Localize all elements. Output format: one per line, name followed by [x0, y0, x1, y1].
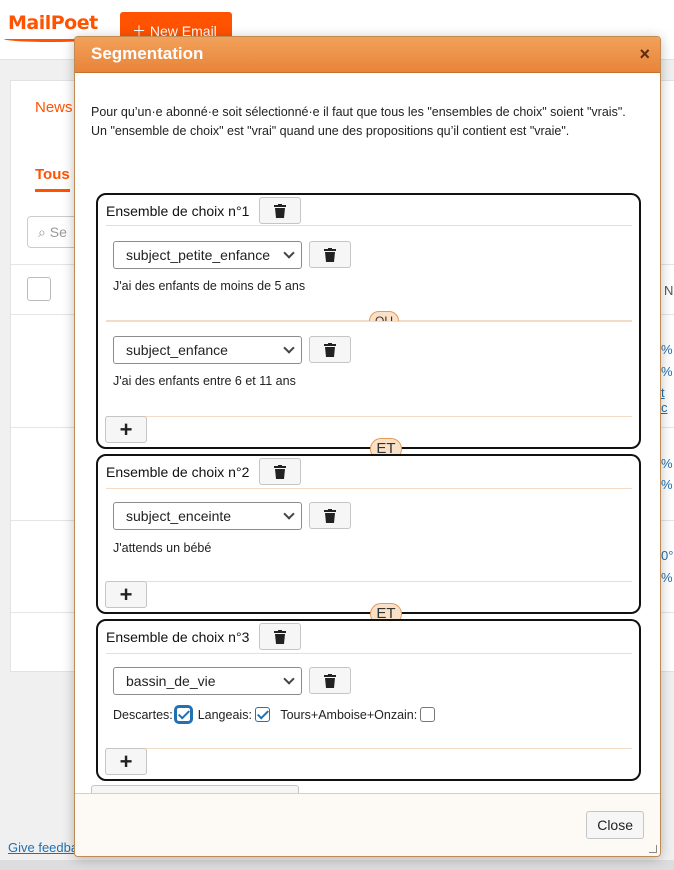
- delete-proposition-button[interactable]: [309, 667, 351, 694]
- field-select[interactable]: subject_petite_enfance: [113, 241, 302, 269]
- modal-header[interactable]: Segmentation ×: [75, 37, 660, 73]
- resize-handle[interactable]: [649, 845, 657, 853]
- chevron-down-icon: [283, 247, 295, 259]
- proposition-text: J'ai des enfants de moins de 5 ans: [113, 279, 306, 293]
- checkbox-descartes[interactable]: [175, 707, 191, 722]
- trash-icon: [324, 673, 336, 688]
- give-feedback-link[interactable]: Give feedba: [8, 840, 78, 855]
- checkbox-label-tours: Tours+Amboise+Onzain:: [280, 708, 418, 722]
- mailpoet-logo[interactable]: MailPoet: [8, 12, 98, 34]
- proposition-text: J'ai des enfants entre 6 et 11 ans: [113, 374, 296, 388]
- checkbox-label-descartes: Descartes:: [113, 708, 173, 722]
- delete-set-button[interactable]: [259, 458, 301, 485]
- delete-set-button[interactable]: [259, 623, 301, 650]
- trash-icon: [324, 508, 336, 523]
- checkbox-langeais[interactable]: [254, 707, 270, 722]
- modal-content: Pour qu’un·e abonné·e soit sélectionné·e…: [75, 73, 660, 812]
- stat-fragment: %: [661, 570, 673, 585]
- trash-icon: [274, 464, 286, 479]
- intro-line-1: Pour qu’un·e abonné·e soit sélectionné·e…: [91, 105, 626, 119]
- checkbox-label-langeais: Langeais:: [197, 708, 252, 722]
- close-icon[interactable]: ×: [639, 44, 650, 64]
- trash-icon: [274, 203, 286, 218]
- choice-set-label: Ensemble de choix n°2: [106, 464, 250, 480]
- choice-set-label: Ensemble de choix n°1: [106, 203, 250, 219]
- delete-proposition-button[interactable]: [309, 336, 351, 363]
- stat-fragment: 0°: [661, 548, 674, 563]
- link-fragment[interactable]: t c: [661, 385, 674, 415]
- delete-proposition-button[interactable]: [309, 241, 351, 268]
- field-select[interactable]: subject_enfance: [113, 336, 302, 364]
- proposition: bassin_de_vie Descartes: Langeais: Tours…: [106, 653, 632, 749]
- add-proposition-button[interactable]: +: [105, 416, 147, 443]
- proposition: subject_enceinte J'attends un bébé: [106, 488, 632, 582]
- search-icon: ⌕: [38, 224, 50, 240]
- stat-fragment: %: [661, 364, 673, 379]
- bottom-strip: [0, 860, 674, 870]
- trash-icon: [324, 247, 336, 262]
- chevron-down-icon: [283, 508, 295, 520]
- intro-line-2: Un "ensemble de choix" est "vrai" quand …: [91, 124, 570, 138]
- intro-text: Pour qu’un·e abonné·e soit sélectionné·e…: [91, 103, 651, 141]
- modal-footer: Close: [75, 793, 660, 856]
- stat-fragment: %: [661, 456, 673, 471]
- delete-proposition-button[interactable]: [309, 502, 351, 529]
- field-select[interactable]: bassin_de_vie: [113, 667, 302, 695]
- delete-set-button[interactable]: [259, 197, 301, 224]
- proposition: subject_enfance J'ai des enfants entre 6…: [106, 321, 632, 417]
- column-header-fragment: N: [664, 283, 674, 298]
- field-select-value: bassin_de_vie: [126, 673, 216, 689]
- choice-set-2: Ensemble de choix n°2 subject_enceinte J…: [96, 454, 641, 614]
- stat-fragment: %: [661, 477, 673, 492]
- field-select-value: subject_enfance: [126, 342, 228, 358]
- choice-set-label: Ensemble de choix n°3: [106, 629, 250, 645]
- chevron-down-icon: [283, 673, 295, 685]
- add-proposition-button[interactable]: +: [105, 581, 147, 608]
- field-select-value: subject_petite_enfance: [126, 247, 270, 263]
- newsletters-heading[interactable]: News: [35, 99, 73, 116]
- chevron-down-icon: [283, 342, 295, 354]
- proposition-text: J'attends un bébé: [113, 541, 212, 555]
- add-proposition-button[interactable]: +: [105, 748, 147, 775]
- choice-set-1: Ensemble de choix n°1 subject_petite_enf…: [96, 193, 641, 449]
- field-select-value: subject_enceinte: [126, 508, 232, 524]
- tab-all[interactable]: Tous: [35, 166, 70, 192]
- checkbox-row: Descartes: Langeais: Tours+Amboise+Onzai…: [113, 707, 436, 722]
- select-all-checkbox[interactable]: [27, 277, 51, 301]
- stat-fragment: %: [661, 342, 673, 357]
- trash-icon: [324, 342, 336, 357]
- modal-title: Segmentation: [91, 44, 204, 63]
- close-button[interactable]: Close: [586, 811, 644, 839]
- search-placeholder: Se: [49, 224, 67, 240]
- field-select[interactable]: subject_enceinte: [113, 502, 302, 530]
- checkbox-tours-amboise-onzain[interactable]: [420, 707, 436, 722]
- choice-set-3: Ensemble de choix n°3 bassin_de_vie Desc…: [96, 619, 641, 781]
- segmentation-modal: Segmentation × Pour qu’un·e abonné·e soi…: [74, 36, 661, 857]
- trash-icon: [274, 629, 286, 644]
- proposition: subject_petite_enfance J'ai des enfants …: [106, 225, 632, 321]
